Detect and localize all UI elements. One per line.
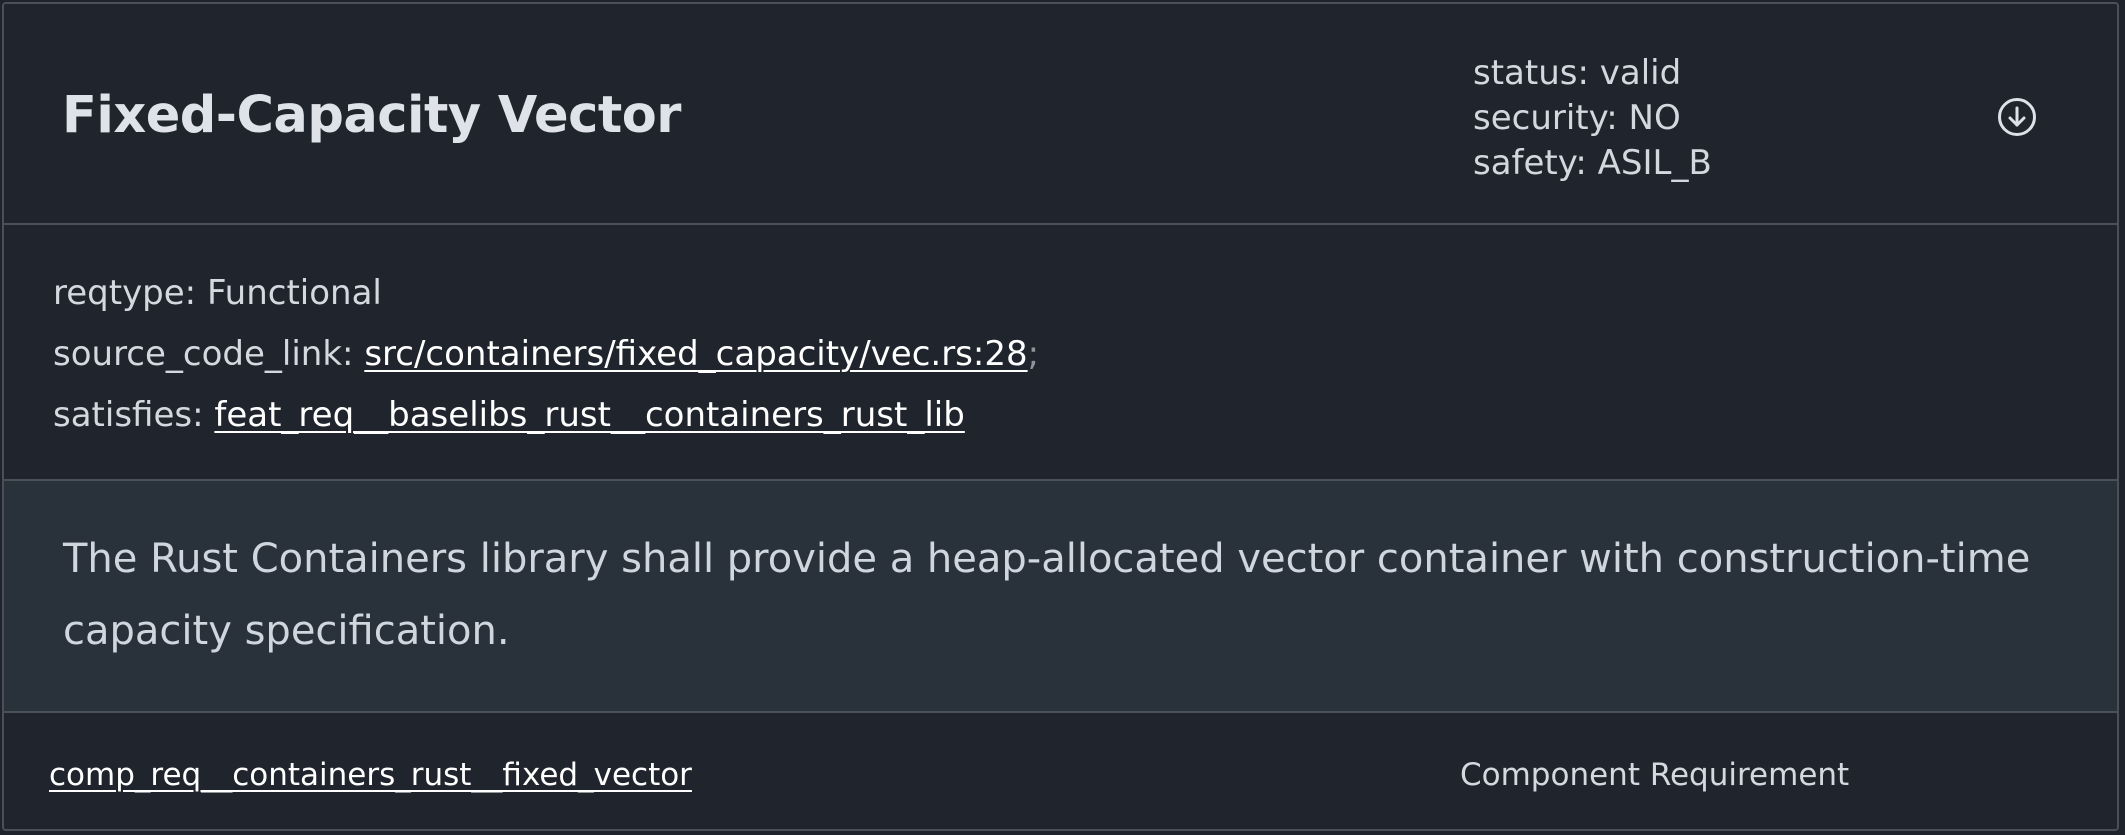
source-code-link[interactable]: src/containers/fixed_capacity/vec.rs:28 — [364, 334, 1027, 374]
need-options: reqtype: Functional source_code_link: sr… — [4, 225, 2117, 481]
need-id-link[interactable]: comp_req__containers_rust__fixed_vector — [49, 755, 692, 795]
need-footer: comp_req__containers_rust__fixed_vector … — [4, 713, 2117, 829]
satisfies-link[interactable]: feat_req__baselibs_rust__containers_rust… — [214, 395, 964, 435]
source-code-link-row: source_code_link: src/containers/fixed_c… — [53, 333, 1039, 375]
satisfies-row: satisfies: feat_req__baselibs_rust__cont… — [53, 394, 965, 436]
need-type: Component Requirement — [1460, 757, 1850, 793]
status-meta: status: valid — [1473, 53, 1682, 93]
source-code-link-label: source_code_link: — [53, 334, 354, 374]
safety-meta: safety: ASIL_B — [1473, 143, 1712, 183]
reqtype-value: Functional — [206, 273, 382, 313]
reqtype-row: reqtype: Functional — [53, 272, 382, 314]
need-header: Fixed-Capacity Vector status: valid secu… — [4, 4, 2117, 225]
satisfies-label: satisfies: — [53, 395, 204, 435]
need-meta: status: valid security: NO safety: ASIL_… — [1473, 51, 1712, 186]
source-code-link-separator: ; — [1027, 334, 1040, 374]
chevron-down-circle-icon[interactable] — [1997, 97, 2037, 137]
reqtype-label: reqtype: — [53, 273, 197, 313]
need-description: The Rust Containers library shall provid… — [63, 536, 2031, 654]
need-title: Fixed-Capacity Vector — [62, 86, 681, 145]
need-content: The Rust Containers library shall provid… — [4, 481, 2117, 713]
need-card: Fixed-Capacity Vector status: valid secu… — [2, 2, 2119, 831]
security-meta: security: NO — [1473, 98, 1681, 138]
